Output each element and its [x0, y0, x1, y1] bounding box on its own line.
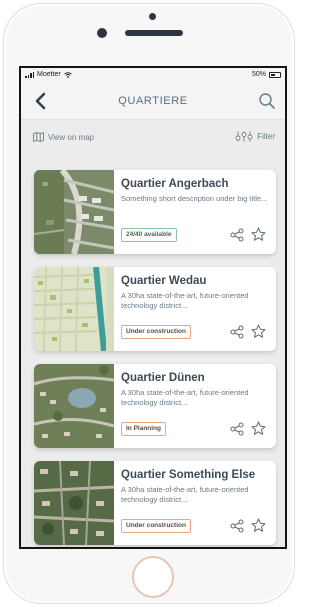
quarter-aerial-image [34, 461, 114, 545]
card-description: A 30ha state-of-the-art, future-oriented… [121, 291, 249, 310]
wifi-icon [63, 71, 72, 78]
star-icon[interactable] [251, 227, 266, 242]
status-badge: Under construction [121, 325, 191, 339]
map-icon [33, 132, 44, 142]
filter-button[interactable]: Filter [235, 131, 275, 142]
status-badge: Under construction [121, 519, 191, 533]
quarter-aerial-image [34, 364, 114, 448]
filter-sliders-icon [235, 131, 253, 142]
card-title: Quartier Wedau [121, 275, 207, 287]
carrier-name: Moetter [37, 71, 61, 78]
signal-icon [25, 71, 34, 78]
front-sensor [149, 13, 156, 20]
phone-frame: Moetter 50% QUARTIERE View on map Filter [3, 3, 295, 604]
star-icon[interactable] [251, 324, 266, 339]
page-title: QUARTIERE [118, 95, 188, 107]
status-badge: 24/40 available [121, 228, 177, 242]
view-on-map-button[interactable]: View on map [33, 132, 94, 142]
star-icon[interactable] [251, 518, 266, 533]
card-title: Quartier Dünen [121, 372, 205, 384]
battery-icon [269, 71, 281, 78]
app-header: QUARTIERE [21, 82, 285, 120]
earpiece-speaker [125, 30, 183, 36]
quarter-card[interactable]: Quartier Dünen A 30ha state-of-the-art, … [34, 364, 276, 448]
front-camera [97, 28, 107, 38]
status-left: Moetter [25, 71, 72, 78]
share-icon[interactable] [230, 228, 244, 242]
quarter-aerial-image [34, 170, 114, 254]
quarter-card[interactable]: Quartier Angerbach Something short descr… [34, 170, 276, 254]
battery-percent: 50% [251, 71, 266, 78]
home-button[interactable] [132, 556, 174, 598]
share-icon[interactable] [230, 325, 244, 339]
share-icon[interactable] [230, 422, 244, 436]
card-description: A 30ha state-of-the-art, future-oriented… [121, 485, 249, 504]
quarter-card[interactable]: Quartier Something Else A 30ha state-of-… [34, 461, 276, 545]
card-body: Quartier Wedau A 30ha state-of-the-art, … [121, 275, 270, 311]
view-on-map-label: View on map [48, 132, 95, 142]
status-badge: In Planning [121, 422, 167, 436]
star-icon[interactable] [251, 421, 266, 436]
quarter-card[interactable]: Quartier Wedau A 30ha state-of-the-art, … [34, 267, 276, 351]
card-description: Something short description under big ti… [121, 194, 268, 203]
card-body: Quartier Angerbach Something short descr… [121, 178, 270, 214]
quarter-aerial-image [34, 267, 114, 351]
card-title: Quartier Angerbach [121, 178, 229, 190]
share-icon[interactable] [230, 519, 244, 533]
status-right: 50% [252, 71, 281, 78]
status-bar: Moetter 50% [21, 68, 285, 82]
card-body: Quartier Dünen A 30ha state-of-the-art, … [121, 372, 270, 408]
list-toolbar: View on map Filter [21, 120, 285, 154]
card-description: A 30ha state-of-the-art, future-oriented… [121, 388, 249, 407]
filter-label: Filter [257, 132, 275, 141]
search-icon[interactable] [257, 91, 277, 111]
card-title: Quartier Something Else [121, 469, 256, 481]
card-body: Quartier Something Else A 30ha state-of-… [121, 469, 270, 505]
app-screen: Moetter 50% QUARTIERE View on map Filter [19, 66, 287, 549]
